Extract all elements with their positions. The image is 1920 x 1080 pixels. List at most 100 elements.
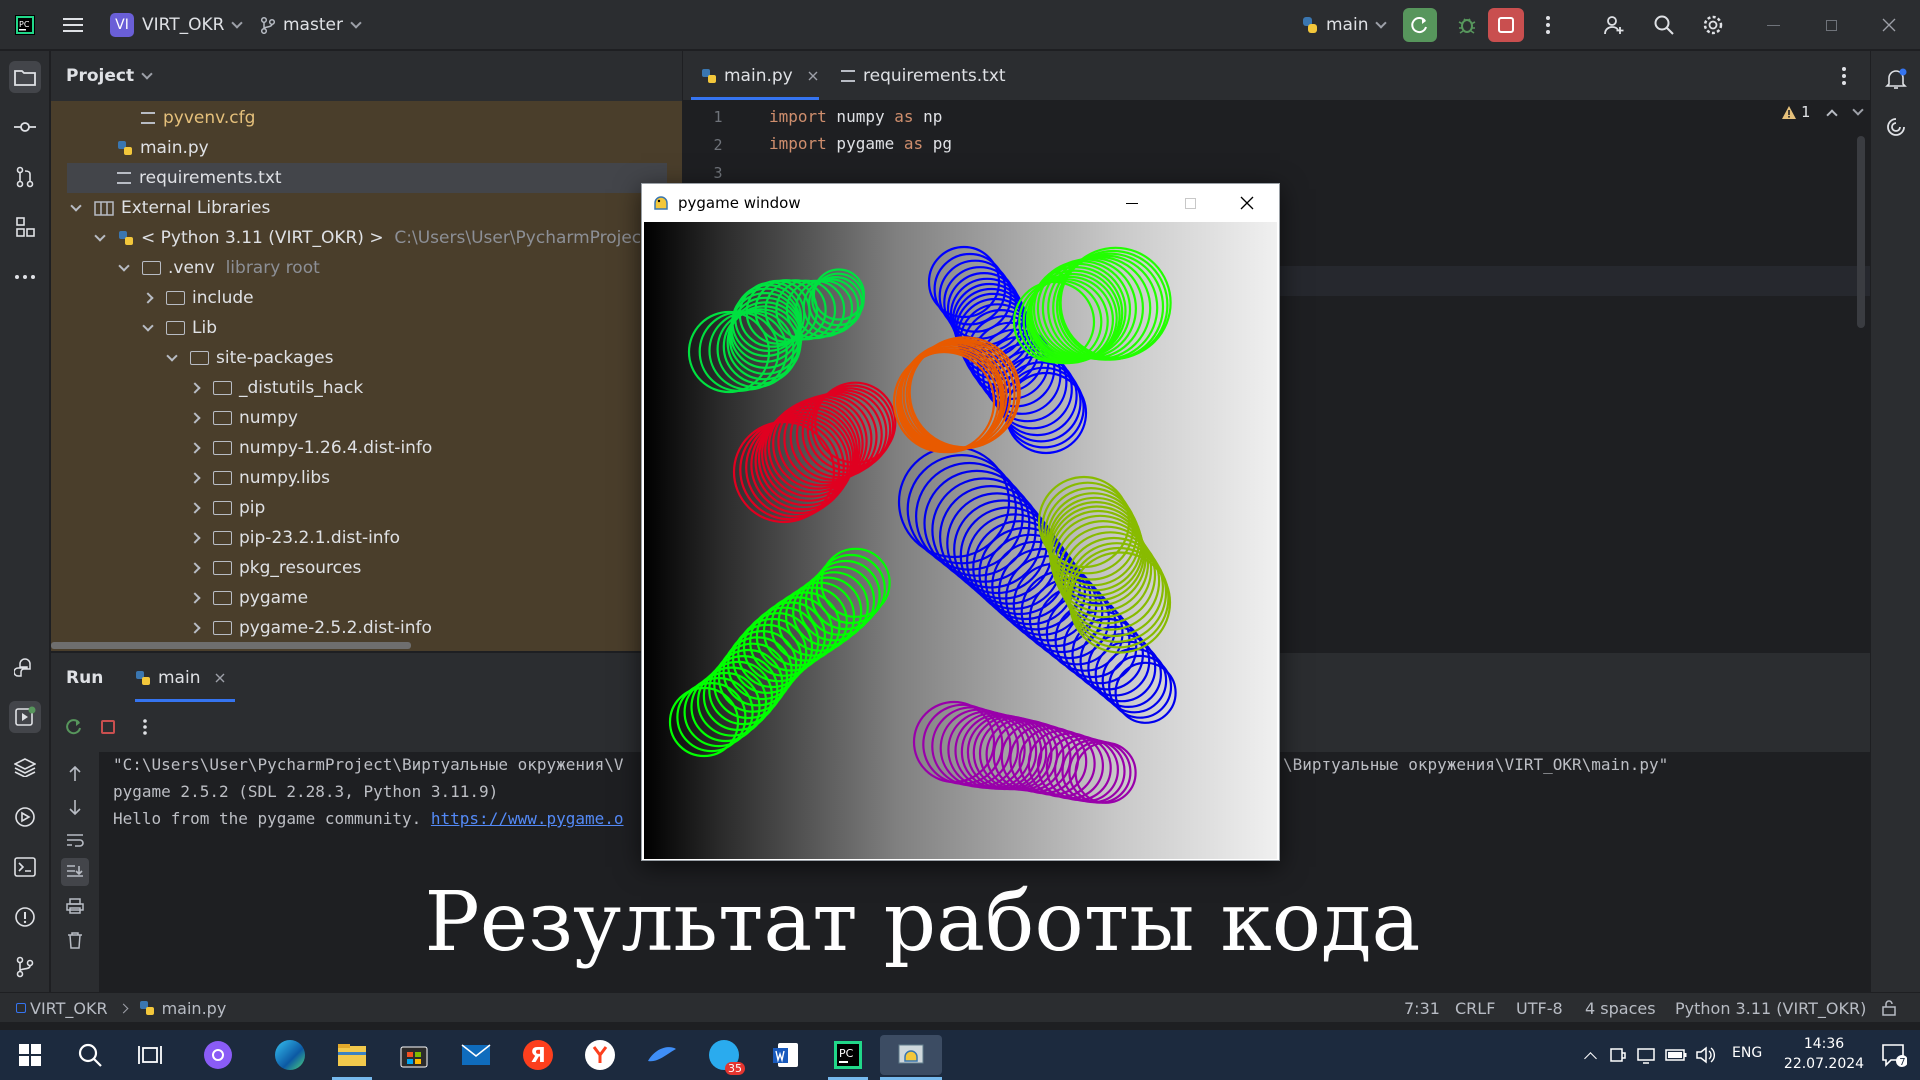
chevron-down-icon[interactable] xyxy=(1852,103,1864,116)
settings-gear-icon[interactable] xyxy=(1697,0,1729,50)
project-view-selector[interactable]: Project xyxy=(66,61,153,91)
tree-item-site-packages[interactable]: site-packages xyxy=(166,343,333,373)
ai-assistant-icon[interactable] xyxy=(1880,111,1912,143)
tree-item-venv[interactable]: .venv library root xyxy=(118,253,320,283)
pygame-taskbar-button[interactable] xyxy=(880,1035,942,1075)
pycharm-taskbar-icon[interactable]: PC xyxy=(828,1035,868,1075)
breadcrumb-project[interactable]: VIRT_OKR xyxy=(30,999,108,1018)
stop-button[interactable] xyxy=(1487,0,1525,50)
inspection-widget[interactable]: 1 xyxy=(1781,97,1864,127)
more-actions-icon[interactable] xyxy=(1535,0,1561,50)
tab-main-py[interactable]: main.py xyxy=(701,61,819,91)
search-icon[interactable] xyxy=(70,1035,110,1075)
tray-display-icon[interactable] xyxy=(1636,1045,1656,1065)
tree-item-requirements-txt[interactable]: requirements.txt xyxy=(117,163,282,193)
tree-item-lib[interactable]: Lib xyxy=(142,313,217,343)
run-tool-icon[interactable] xyxy=(9,701,41,733)
status-breadcrumb[interactable]: VIRT_OKR main.py xyxy=(16,993,226,1023)
soft-wrap-icon[interactable] xyxy=(63,828,87,852)
lock-icon[interactable] xyxy=(1880,999,1898,1017)
commit-tool-icon[interactable] xyxy=(9,111,41,143)
run-config-selector[interactable]: main xyxy=(1300,0,1388,50)
structure-tool-icon[interactable] xyxy=(9,211,41,243)
tree-item-pkg-resources[interactable]: pkg_resources xyxy=(189,553,361,583)
volume-icon[interactable] xyxy=(1694,1045,1716,1065)
rerun-icon[interactable] xyxy=(63,716,85,738)
tree-item-numpy-dist-info[interactable]: numpy-1.26.4.dist-info xyxy=(189,433,432,463)
tree-item-pip[interactable]: pip xyxy=(189,493,265,523)
tree-item-python-sdk[interactable]: < Python 3.11 (VIRT_OKR) > C:\Users\User… xyxy=(94,223,682,253)
tree-item-external-libraries[interactable]: External Libraries xyxy=(70,193,270,223)
code-with-me-icon[interactable] xyxy=(1598,0,1630,50)
arrow-up-icon[interactable] xyxy=(63,762,87,786)
close-tab-icon[interactable] xyxy=(807,70,819,82)
chevron-up-icon[interactable] xyxy=(1826,108,1838,121)
line-separator[interactable]: CRLF xyxy=(1455,993,1495,1023)
search-icon[interactable] xyxy=(1648,0,1680,50)
yandex-browser-icon[interactable]: Я xyxy=(518,1035,558,1075)
rerun-button[interactable] xyxy=(1403,0,1437,50)
battery-icon[interactable] xyxy=(1664,1045,1688,1065)
caret-position[interactable]: 7:31 xyxy=(1404,993,1440,1023)
close-window-icon[interactable] xyxy=(1876,0,1902,50)
tree-item-pygame-dist-info[interactable]: pygame-2.5.2.dist-info xyxy=(189,613,432,643)
tree-item-pyvenv-cfg[interactable]: pyvenv.cfg xyxy=(141,103,255,133)
layers-icon[interactable] xyxy=(9,751,41,783)
maximize-icon[interactable] xyxy=(1175,184,1205,222)
breadcrumb-file[interactable]: main.py xyxy=(162,999,227,1018)
indent-settings[interactable]: 4 spaces xyxy=(1585,993,1656,1023)
stop-icon[interactable] xyxy=(97,716,119,738)
tree-item-pip-dist-info[interactable]: pip-23.2.1.dist-info xyxy=(189,523,400,553)
pygame-window-titlebar[interactable]: pygame window xyxy=(642,184,1279,222)
minimize-window-icon[interactable] xyxy=(1760,0,1786,50)
close-icon[interactable] xyxy=(1232,184,1262,222)
tree-item-pygame[interactable]: pygame xyxy=(189,583,308,613)
restore-window-icon[interactable] xyxy=(1818,0,1844,50)
close-tab-icon[interactable] xyxy=(214,672,226,684)
tree-item-distutils-hack[interactable]: _distutils_hack xyxy=(189,373,363,403)
horizontal-scrollbar[interactable] xyxy=(51,642,411,649)
python-interpreter[interactable]: Python 3.11 (VIRT_OKR) xyxy=(1675,993,1866,1023)
tab-requirements-txt[interactable]: requirements.txt xyxy=(841,61,1006,91)
minimize-icon[interactable] xyxy=(1117,184,1147,222)
file-encoding[interactable]: UTF-8 xyxy=(1516,993,1563,1023)
pull-requests-icon[interactable] xyxy=(9,161,41,193)
action-center-icon[interactable]: 7 xyxy=(1876,1040,1912,1070)
pygame-canvas[interactable] xyxy=(644,222,1277,859)
vertical-scrollbar[interactable] xyxy=(1857,136,1865,328)
pycharm-logo-icon[interactable]: PC xyxy=(12,0,38,50)
mail-icon[interactable] xyxy=(456,1035,496,1075)
pygame-url-link[interactable]: https://www.pygame.o xyxy=(431,809,624,828)
editor-more-icon[interactable] xyxy=(1841,66,1847,90)
tree-item-main-py[interactable]: main.py xyxy=(117,133,209,163)
project-tool-icon[interactable] xyxy=(9,61,41,93)
run-tab-main[interactable]: main xyxy=(135,663,226,693)
more-options-icon[interactable] xyxy=(139,716,151,738)
notifications-bell-icon[interactable] xyxy=(1880,63,1912,95)
project-switcher[interactable]: VI VIRT_OKR xyxy=(110,0,244,50)
taskbar-clock[interactable]: 14:36 22.07.2024 xyxy=(1776,1034,1872,1074)
tree-item-include[interactable]: include xyxy=(142,283,254,313)
tray-chevron-up-icon[interactable] xyxy=(1580,1045,1600,1065)
debug-button[interactable] xyxy=(1450,0,1484,50)
services-icon[interactable] xyxy=(9,801,41,833)
ms-store-icon[interactable] xyxy=(394,1035,434,1075)
pygame-window[interactable]: pygame window xyxy=(641,183,1280,861)
input-language[interactable]: ENG xyxy=(1732,1045,1762,1061)
tree-item-numpy[interactable]: numpy xyxy=(189,403,298,433)
tray-device-icon[interactable] xyxy=(1608,1045,1628,1065)
edge-browser-icon[interactable] xyxy=(270,1035,310,1075)
telegram-like-icon[interactable]: 35 xyxy=(704,1035,745,1075)
python-packages-icon[interactable] xyxy=(9,652,41,684)
branch-switcher[interactable]: master xyxy=(260,0,362,50)
windows-start-icon[interactable] xyxy=(10,1035,50,1075)
file-explorer-icon[interactable] xyxy=(332,1035,372,1075)
main-menu-icon[interactable] xyxy=(58,0,88,50)
tree-item-numpy-libs[interactable]: numpy.libs xyxy=(189,463,330,493)
yandex-icon[interactable] xyxy=(580,1035,620,1075)
messenger-icon[interactable] xyxy=(642,1035,682,1075)
alice-assistant-icon[interactable] xyxy=(198,1035,238,1075)
arrow-down-icon[interactable] xyxy=(63,795,87,819)
word-icon[interactable] xyxy=(766,1035,806,1075)
more-tools-icon[interactable] xyxy=(9,261,41,293)
